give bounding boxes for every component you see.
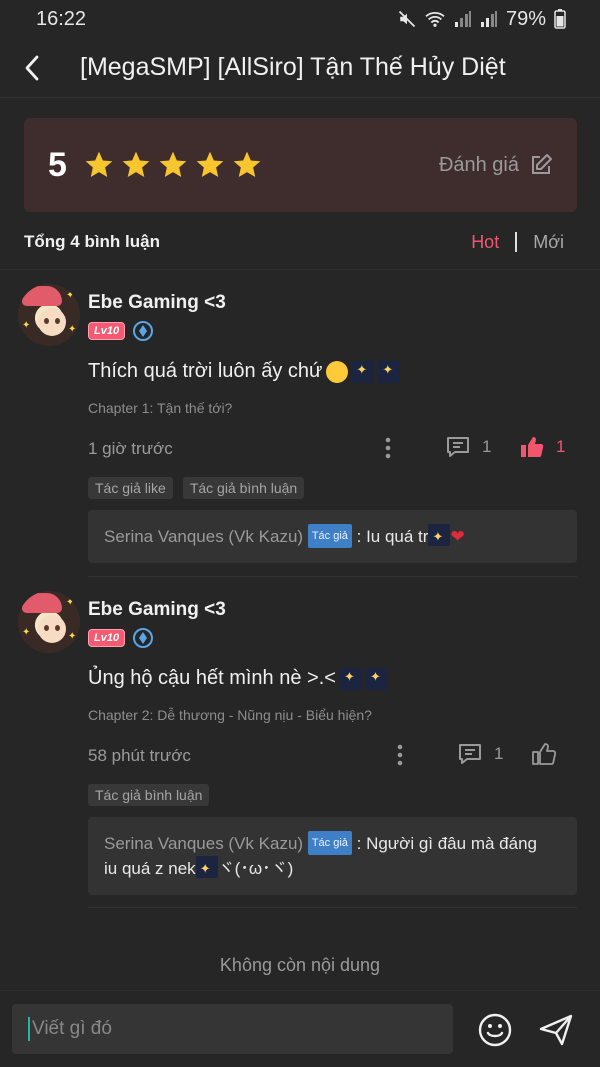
like-button[interactable] [532, 743, 556, 765]
back-button[interactable] [0, 38, 64, 98]
send-icon [539, 1014, 573, 1046]
avatar[interactable]: ✦ ✦ ✦ [18, 284, 80, 346]
star-icon [159, 151, 187, 177]
author-tag: Tác giả [307, 831, 352, 855]
author-tag: Tác giả [307, 524, 352, 548]
user-name[interactable]: Ebe Gaming <3 [88, 599, 226, 621]
fireworks-emoji-icon [352, 360, 375, 383]
page-title: [MegaSMP] [AllSiro] Tận Thế Hủy Diệt [80, 53, 506, 81]
more-vertical-icon [385, 437, 391, 459]
pensive-emoji-icon [326, 360, 349, 383]
comment-meta: 58 phút trước 1 [88, 741, 568, 771]
reply-text-line2: iu quá z nek [104, 859, 196, 878]
wifi-icon [425, 12, 445, 27]
comment-text: Thích quá trời luôn ấy chứ [88, 360, 401, 383]
status-icons: 79% [398, 8, 566, 31]
chapter-link[interactable]: Chapter 1: Tận thế tới? [88, 400, 232, 416]
tab-new[interactable]: Mới [533, 232, 564, 253]
star-icon [233, 151, 261, 177]
divider [88, 576, 577, 577]
reply-text: : Iu quá tr [356, 527, 429, 546]
rate-label: Đánh giá [438, 153, 519, 176]
battery-percent: 79% [505, 7, 546, 30]
chevron-left-icon [25, 55, 39, 80]
tag-author-commented: Tác giả bình luận [88, 784, 210, 806]
tab-hot[interactable]: Hot [471, 232, 499, 253]
comment-meta: 1 giờ trước 1 1 [88, 434, 568, 464]
comment-tags: Tác giả like Tác giả bình luận [88, 477, 305, 499]
heart-icon: ❤ [450, 527, 465, 546]
comment-time: 1 giờ trước [88, 439, 173, 458]
rating-score: 5 [48, 145, 67, 184]
verified-icon [133, 321, 154, 341]
kaomoji: ヾ(･ω･ヾ) [217, 859, 294, 878]
rate-button[interactable]: Đánh giá [439, 153, 553, 177]
send-button[interactable] [538, 1013, 574, 1052]
fireworks-emoji-icon [378, 360, 401, 383]
comments-header: Tổng 4 bình luận Hot Mới [24, 228, 564, 256]
mute-icon [398, 10, 416, 28]
reply-author: Serina Vanques (Vk Kazu) [104, 834, 304, 853]
status-time: 16:22 [36, 7, 87, 30]
author-reply[interactable]: Serina Vanques (Vk Kazu) Tác giả : Iu qu… [88, 510, 577, 563]
star-icon [196, 151, 224, 177]
comment-tags: Tác giả bình luận [88, 784, 210, 806]
star-icon [85, 151, 113, 177]
tag-author-liked: Tác giả like [88, 477, 173, 499]
signal-icon [454, 11, 471, 27]
verified-icon [133, 628, 154, 648]
star-icon [122, 151, 150, 177]
user-badges: Lv10 [88, 628, 154, 648]
comment-time: 58 phút trước [88, 746, 191, 765]
like-button[interactable]: 1 [520, 436, 565, 458]
input-placeholder: Viết gì đó [32, 1018, 112, 1039]
rating-card: 5 Đánh giá [24, 118, 577, 212]
avatar[interactable]: ✦ ✦ ✦ [18, 591, 80, 653]
more-options-button[interactable] [396, 744, 404, 771]
fireworks-emoji-icon [195, 856, 218, 881]
author-reply[interactable]: Serina Vanques (Vk Kazu) Tác giả : Người… [88, 817, 577, 895]
level-badge: Lv10 [88, 629, 126, 647]
more-vertical-icon [397, 744, 403, 766]
fireworks-emoji-icon [365, 667, 388, 690]
end-of-list: Không còn nội dung [219, 955, 381, 975]
status-bar: 16:22 79% [0, 0, 600, 38]
emoji-button[interactable] [478, 1013, 512, 1052]
level-badge: Lv10 [88, 322, 126, 340]
comment-input[interactable]: Viết gì đó [12, 1004, 453, 1054]
user-badges: Lv10 [88, 321, 154, 341]
comment-total: Tổng 4 bình luận [24, 232, 160, 251]
app-header: [MegaSMP] [AllSiro] Tận Thế Hủy Diệt [0, 38, 600, 98]
divider [0, 269, 600, 270]
reply-text: : Người gì đâu mà đáng [356, 834, 537, 853]
fireworks-emoji-icon [428, 524, 451, 549]
fireworks-emoji-icon [339, 667, 362, 690]
reply-author: Serina Vanques (Vk Kazu) [104, 527, 304, 546]
comment-text: Ủng hộ cậu hết mình nè >.< [88, 667, 388, 690]
comment-icon [459, 744, 481, 764]
comment-icon [447, 437, 469, 457]
thumbs-up-outline-icon [532, 743, 556, 765]
comment-input-bar: Viết gì đó [0, 990, 600, 1067]
edit-icon [532, 154, 552, 174]
chapter-link[interactable]: Chapter 2: Dễ thương - Nũng nịu - Biểu h… [88, 707, 372, 723]
divider [88, 907, 577, 908]
thumbs-up-icon [521, 437, 544, 457]
tag-author-commented: Tác giả bình luận [182, 477, 305, 499]
signal2-icon [480, 11, 497, 27]
text-caret [28, 1017, 30, 1041]
battery-icon [554, 9, 566, 29]
user-name[interactable]: Ebe Gaming <3 [88, 292, 226, 314]
rating-stars [83, 149, 263, 181]
reply-button[interactable]: 1 [446, 436, 491, 458]
more-options-button[interactable] [384, 437, 392, 464]
smiley-icon [478, 1013, 512, 1047]
reply-button[interactable]: 1 [458, 743, 503, 765]
sort-tabs: Hot Mới [471, 232, 564, 253]
sort-divider [515, 232, 518, 252]
